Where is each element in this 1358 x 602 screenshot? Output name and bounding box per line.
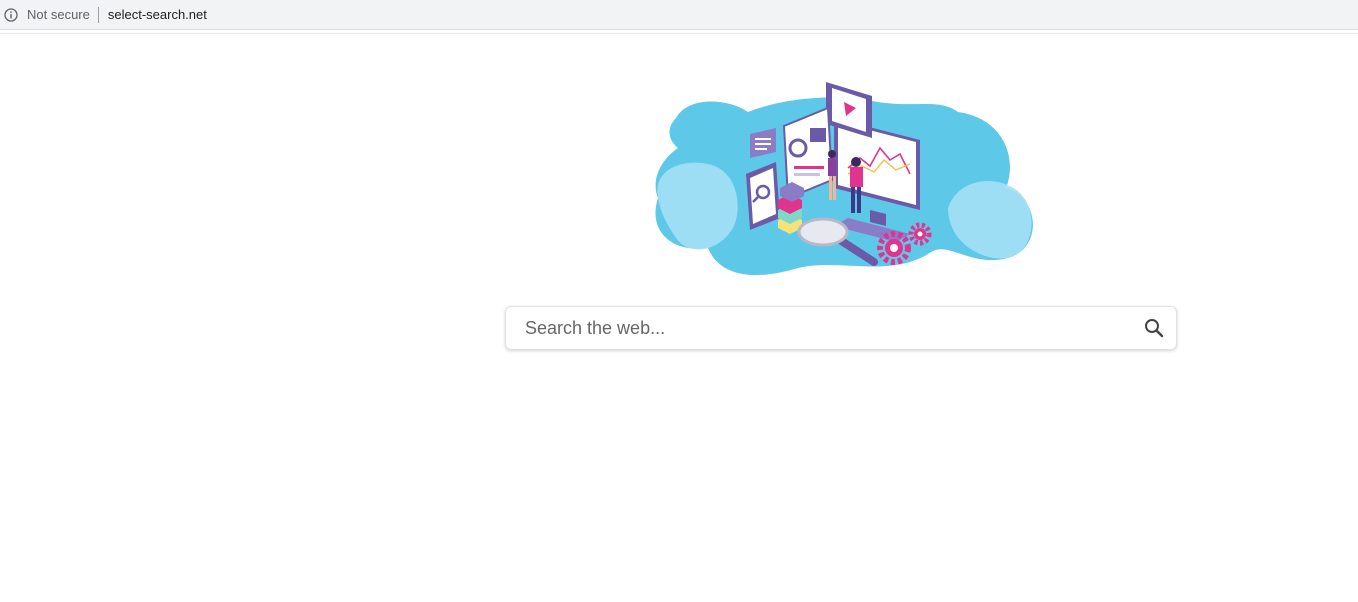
search-icon <box>1145 319 1164 338</box>
separator <box>97 6 99 23</box>
security-label[interactable]: Not secure <box>27 7 90 22</box>
divider <box>0 33 1358 34</box>
url-text[interactable]: select-search.net <box>108 7 207 22</box>
search-box[interactable] <box>505 306 1177 350</box>
address-bar[interactable]: Not secure select-search.net <box>0 0 1358 30</box>
phone <box>746 162 780 230</box>
search-button[interactable] <box>1134 308 1174 348</box>
info-icon[interactable] <box>4 7 18 22</box>
data-analytics-illustration <box>655 82 1033 276</box>
search-input[interactable] <box>506 308 1134 348</box>
